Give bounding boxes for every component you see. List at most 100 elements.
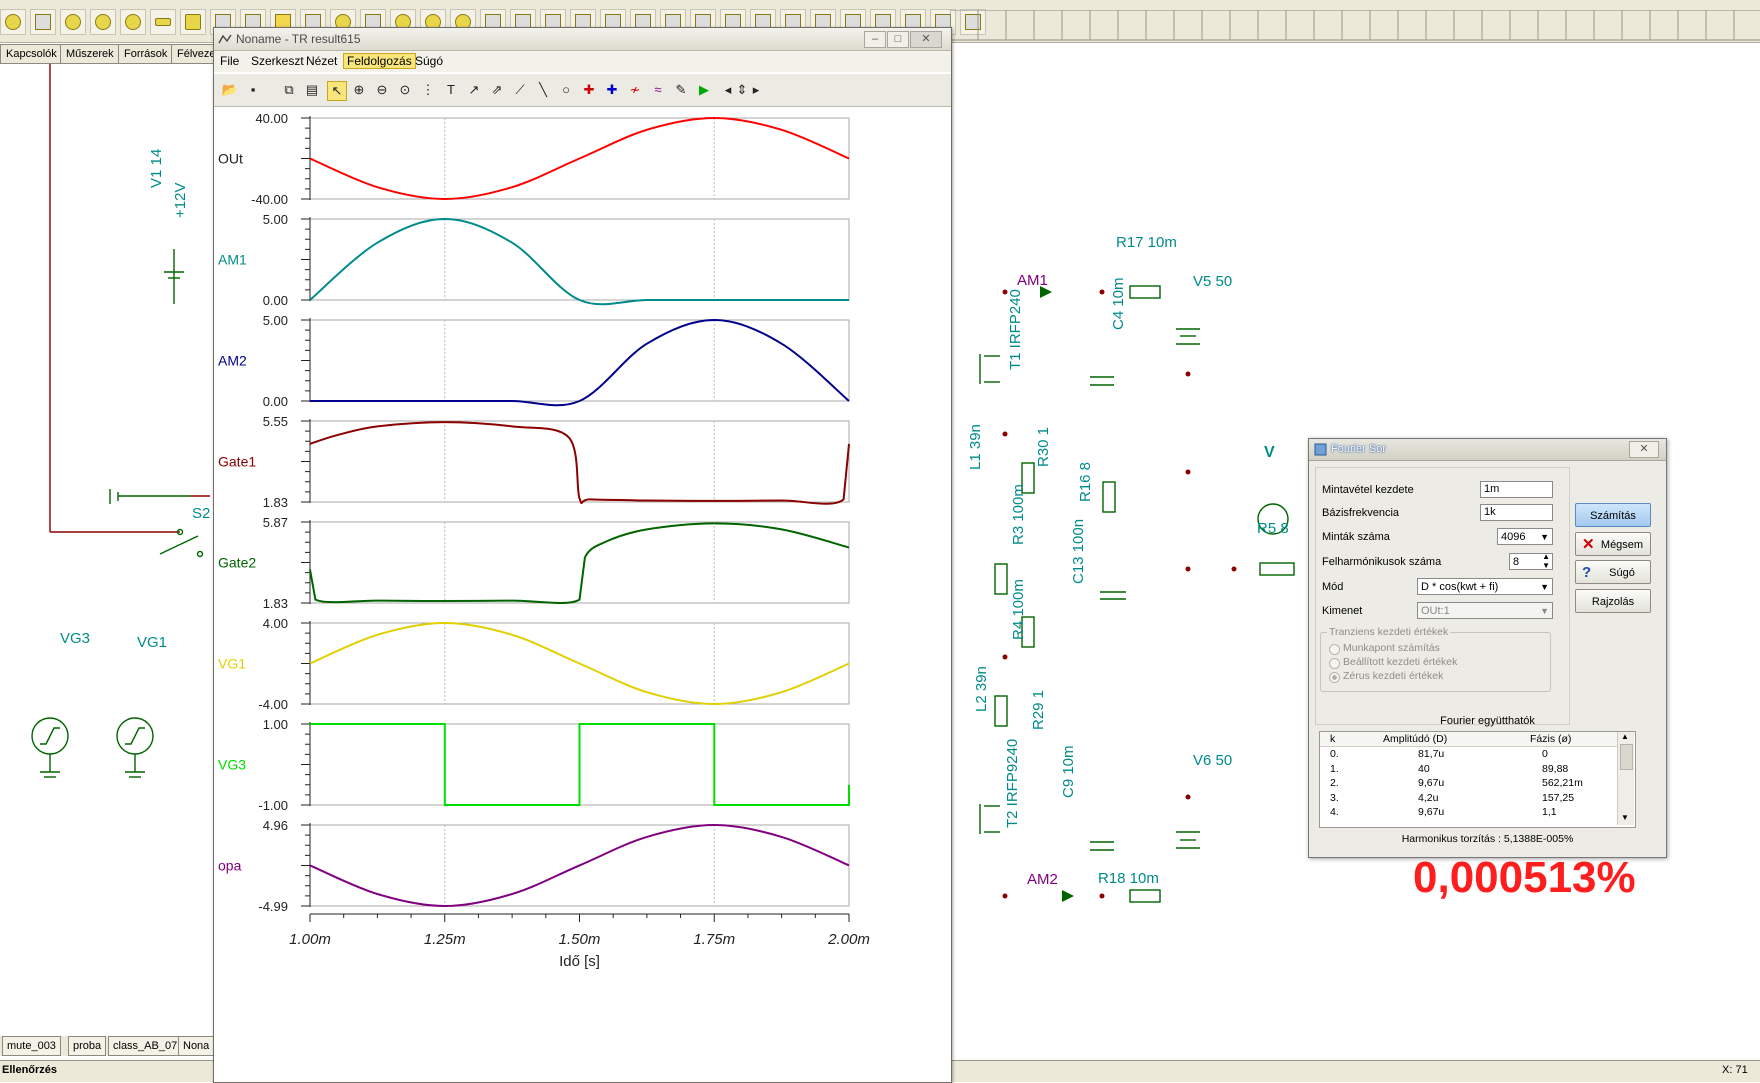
multi-trace-icon[interactable]: ≈ <box>649 81 667 99</box>
cursor-b-icon[interactable]: ✚ <box>603 81 621 99</box>
samples-select[interactable]: 4096 ▼ <box>1497 528 1553 545</box>
switch-icon[interactable] <box>180 9 206 35</box>
table-cell: 157,25 <box>1542 791 1575 804</box>
table-cell: 1. <box>1330 762 1339 775</box>
menu-process[interactable]: Feldolgozás <box>343 53 416 69</box>
tab-switches[interactable]: Kapcsolók <box>0 44 63 64</box>
vg3-label: VG3 <box>60 630 91 647</box>
table-header <box>1320 732 1617 747</box>
radio-set-initial-label: Beállított kezdeti értékek <box>1343 656 1458 668</box>
draw-button[interactable]: Rajzolás <box>1575 589 1651 613</box>
ground-icon[interactable] <box>30 9 56 35</box>
fourier-dialog-titlebar[interactable]: Fourier Sor ✕ <box>1309 439 1666 461</box>
chart-app-icon <box>218 34 232 44</box>
harmonics-stepper[interactable]: 8 ▲ ▼ <box>1509 552 1553 570</box>
output-label: Kimenet <box>1322 605 1363 617</box>
tab-noname[interactable]: Nona <box>178 1036 215 1056</box>
col-amplitude: Amplitúdó (D) <box>1383 733 1448 745</box>
transient-group-title: Tranziens kezdeti értékek <box>1327 626 1451 638</box>
resistor-icon[interactable] <box>150 9 176 35</box>
radio-operating-point[interactable] <box>1329 644 1340 655</box>
tab-mute-003[interactable]: mute_003 <box>2 1036 61 1056</box>
help-button[interactable]: ? Súgó <box>1575 560 1651 584</box>
paste-icon[interactable]: ▤ <box>303 81 321 99</box>
circle-icon[interactable]: ○ <box>557 81 575 99</box>
add-trace-icon[interactable]: ≁ <box>626 81 644 99</box>
minimize-icon[interactable]: – <box>864 31 886 48</box>
tab-sources[interactable]: Források <box>118 44 174 64</box>
document-tabs: mute_003 proba class_AB_07 Nona <box>0 1036 215 1056</box>
toolbar-grid <box>950 10 1760 41</box>
r16-label: R16 8 <box>1077 461 1094 502</box>
radio-zero-initial[interactable] <box>1329 672 1340 683</box>
next-icon[interactable]: ▸ <box>747 81 765 99</box>
waveform-plot[interactable]: 40.00 -40.00 OUt 5.00 0.00 AM1 5.00 0.00 AM2 5.55… <box>214 108 949 1082</box>
panel-opa: 4.96 -4.99 opa <box>218 818 850 914</box>
zoom-out-icon[interactable]: ⊖ <box>373 81 391 99</box>
tr-window-titlebar[interactable]: Noname - TR result615 – □ ✕ <box>214 28 951 51</box>
close-icon[interactable]: ✕ <box>1629 441 1659 458</box>
panel-am2: 5.00 0.00 AM2 <box>218 313 850 409</box>
y-tick-label: 5.87 <box>263 515 288 530</box>
current-probe-icon[interactable] <box>120 9 146 35</box>
spin-arrows-icon[interactable]: ▲ ▼ <box>1542 552 1550 570</box>
maximize-icon[interactable]: □ <box>887 31 909 48</box>
probe-icon[interactable]: ✎ <box>672 81 690 99</box>
axis-label-icon[interactable]: ⟋ <box>511 81 529 99</box>
menu-view[interactable]: Nézet <box>303 54 340 68</box>
zoom-in-icon[interactable]: ⊕ <box>350 81 368 99</box>
start-input[interactable] <box>1480 481 1553 498</box>
y-tick-label: 5.00 <box>263 313 288 328</box>
ammeter-icon[interactable] <box>0 9 26 35</box>
table-cell: 81,7u <box>1418 748 1445 760</box>
tab-meters[interactable]: Műszerek <box>60 44 120 64</box>
x-tick-label: 1.50m <box>559 931 601 948</box>
run-icon[interactable]: ▶ <box>695 81 713 99</box>
mode-select[interactable]: D * cos(kwt + fi) ▼ <box>1417 578 1553 595</box>
table-cell: 0 <box>1542 748 1548 760</box>
cancel-button[interactable]: ✕ Mégsem <box>1575 532 1651 556</box>
table-scrollbar[interactable]: ▲ ▼ <box>1617 732 1634 825</box>
voltmeter-icon[interactable] <box>60 9 86 35</box>
copy-icon[interactable]: ⧉ <box>280 81 298 99</box>
menu-file[interactable]: File <box>217 54 242 68</box>
voltage-probe-icon[interactable] <box>90 9 116 35</box>
tab-class-ab-07[interactable]: class_AB_07 <box>108 1036 183 1056</box>
harmonics-label: Felharmónikusok száma <box>1322 556 1442 568</box>
v6-label: V6 50 <box>1193 752 1233 769</box>
tab-proba[interactable]: proba <box>68 1036 107 1056</box>
coefficients-table[interactable]: k Amplitúdó (D) Fázis (ø) 0. 81,7u 0 1. 40 89… <box>1319 731 1636 828</box>
line-icon[interactable]: ╲ <box>534 81 552 99</box>
c13-label: C13 100n <box>1070 518 1087 584</box>
c9-label: C9 10m <box>1060 745 1077 798</box>
calculate-button[interactable]: Számítás <box>1575 503 1651 527</box>
scroll-up-icon[interactable]: ▲ <box>1621 732 1629 741</box>
table-cell: 1,1 <box>1542 806 1557 818</box>
panel-gate1: 5.55 1.83 Gate1 <box>218 414 850 510</box>
series-label: AM1 <box>218 252 247 268</box>
grid-icon[interactable]: ⋮ <box>419 81 437 99</box>
save-icon[interactable]: ▪ <box>244 81 262 99</box>
scroll-down-icon[interactable]: ▼ <box>1621 813 1629 822</box>
base-freq-input[interactable] <box>1480 504 1553 521</box>
output-select[interactable]: OUt:1 ▼ <box>1417 602 1553 619</box>
open-icon[interactable]: 📂 <box>221 81 239 99</box>
text-icon[interactable]: T <box>442 81 460 99</box>
double-arrow-icon[interactable]: ⇗ <box>488 81 506 99</box>
menu-help[interactable]: Súgó <box>412 54 446 68</box>
radio-zero-initial-label: Zérus kezdeti értékek <box>1343 670 1444 682</box>
radio-set-initial[interactable] <box>1329 658 1340 669</box>
pointer-icon[interactable]: ↖ <box>327 81 347 101</box>
r5-label: R5 8 <box>1257 520 1289 537</box>
scroll-thumb[interactable] <box>1620 744 1633 770</box>
zoom-fit-icon[interactable]: ⊙ <box>396 81 414 99</box>
panel-frame <box>309 420 850 503</box>
cursor-a-icon[interactable]: ✚ <box>580 81 598 99</box>
series-label: AM2 <box>218 353 247 369</box>
menu-edit[interactable]: Szerkeszt <box>248 54 307 68</box>
arrow-label-icon[interactable]: ↗ <box>465 81 483 99</box>
r29-label: R29 1 <box>1030 689 1047 730</box>
x-tick-label: 1.25m <box>424 931 466 948</box>
close-icon[interactable]: ✕ <box>910 31 942 48</box>
v1-label: V1 14 <box>148 148 165 188</box>
